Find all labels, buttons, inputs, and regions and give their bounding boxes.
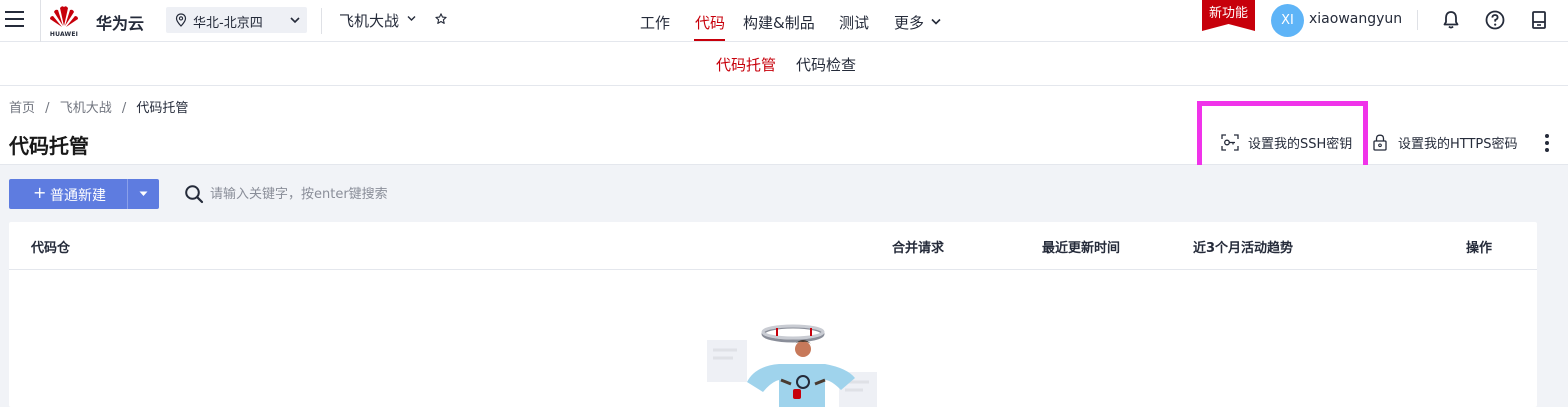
help-icon[interactable]: [1484, 9, 1506, 31]
top-navigation-bar: HUAWEI 华为云 华北-北京四 飞机大战 工作 代码 构建&制品 测试 更多…: [0, 0, 1568, 42]
new-feature-badge[interactable]: 新功能: [1202, 0, 1255, 31]
column-header-actions: 操作: [1466, 241, 1493, 256]
nav-active-indicator: [694, 39, 725, 41]
page-header: 首页 / 飞机大战 / 代码托管 代码托管 设置我的SSH密钥 设置我的HTTP…: [0, 86, 1568, 165]
repository-table: 代码仓 合并请求 最近更新时间 近3个月活动趋势 操作: [9, 222, 1537, 407]
repository-area: + 普通新建 代码仓 合并请求 最近更新时间 近3个月活动趋势 操作: [0, 165, 1568, 407]
location-pin-icon: [175, 13, 187, 27]
region-label: 华北-北京四: [193, 16, 263, 31]
more-options-icon[interactable]: [1541, 132, 1553, 154]
nav-build[interactable]: 构建&制品: [743, 12, 815, 33]
subnav-item-code-check[interactable]: 代码检查: [796, 54, 856, 75]
breadcrumb-project[interactable]: 飞机大战: [60, 101, 112, 116]
divider: [1417, 10, 1418, 30]
empty-state-illustration: [707, 324, 877, 407]
set-https-password-button[interactable]: 设置我的HTTPS密码: [1398, 133, 1518, 152]
nav-code[interactable]: 代码: [695, 12, 725, 33]
new-repo-button[interactable]: + 普通新建: [9, 179, 127, 209]
region-selector[interactable]: 华北-北京四: [166, 7, 307, 33]
table-header: 代码仓 合并请求 最近更新时间 近3个月活动趋势 操作: [9, 222, 1537, 270]
lock-icon[interactable]: [1372, 134, 1388, 151]
set-ssh-key-button[interactable]: 设置我的SSH密钥: [1248, 133, 1352, 152]
project-selector[interactable]: 飞机大战: [339, 10, 399, 31]
avatar[interactable]: XI: [1271, 4, 1304, 37]
divider: [321, 8, 322, 34]
huawei-logo[interactable]: HUAWEI: [47, 4, 81, 38]
nav-work[interactable]: 工作: [640, 12, 670, 33]
chevron-down-icon[interactable]: [931, 18, 941, 25]
brand-name[interactable]: 华为云: [96, 10, 144, 34]
column-header-activity-trend[interactable]: 近3个月活动趋势: [1193, 237, 1293, 256]
column-header-repo[interactable]: 代码仓: [31, 237, 70, 256]
subnav-item-code-hosting[interactable]: 代码托管: [716, 54, 776, 75]
chevron-down-icon: [290, 17, 300, 24]
nav-more[interactable]: 更多: [894, 12, 924, 33]
document-icon[interactable]: [1528, 9, 1550, 31]
nav-test[interactable]: 测试: [839, 12, 869, 33]
menu-icon[interactable]: [5, 11, 24, 29]
column-header-last-updated[interactable]: 最近更新时间: [1042, 237, 1120, 256]
plus-icon: +: [33, 183, 47, 202]
logo-text: HUAWEI: [49, 31, 79, 38]
breadcrumb-separator: /: [121, 101, 127, 116]
bell-icon[interactable]: [1440, 9, 1462, 31]
chevron-down-icon[interactable]: [407, 15, 416, 22]
column-header-merge-requests[interactable]: 合并请求: [892, 237, 944, 256]
page-title: 代码托管: [9, 134, 89, 158]
new-repo-label: 普通新建: [50, 188, 106, 204]
new-feature-label: 新功能: [1208, 6, 1248, 21]
caret-down-icon: [139, 191, 148, 196]
breadcrumb: 首页 / 飞机大战 / 代码托管: [9, 97, 194, 116]
breadcrumb-home[interactable]: 首页: [9, 101, 35, 116]
new-repo-dropdown-button[interactable]: [127, 179, 159, 209]
star-icon[interactable]: [435, 13, 447, 25]
sub-navigation: 代码托管 代码检查: [0, 42, 1568, 86]
username[interactable]: xiaowangyun: [1309, 11, 1402, 27]
search-icon[interactable]: [184, 184, 204, 204]
search-input[interactable]: [210, 181, 530, 207]
ssh-key-icon[interactable]: [1221, 134, 1239, 151]
breadcrumb-current: 代码托管: [136, 101, 189, 116]
divider: [40, 0, 41, 42]
breadcrumb-separator: /: [45, 101, 50, 116]
